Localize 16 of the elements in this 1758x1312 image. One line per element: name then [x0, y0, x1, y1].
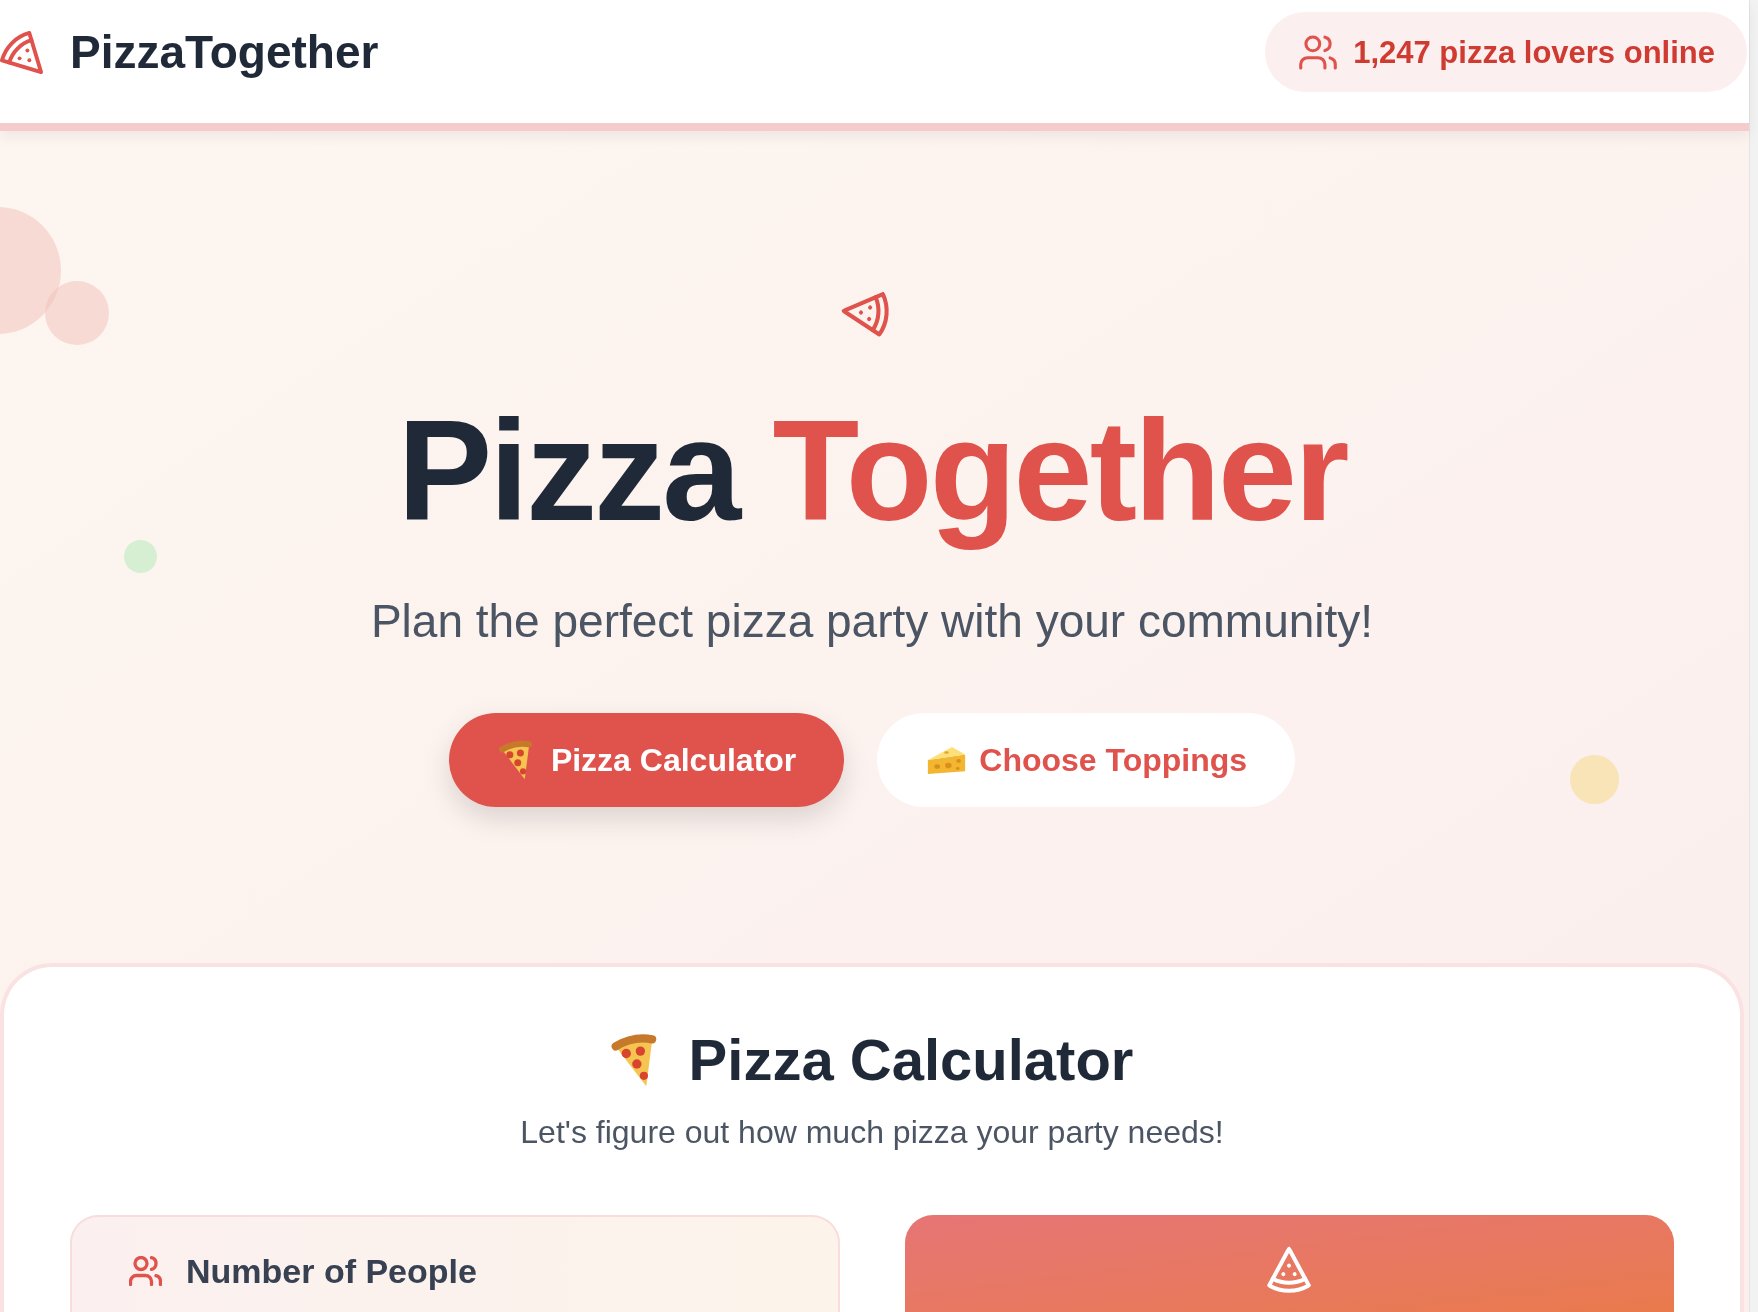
- cheese-icon: [926, 744, 968, 777]
- toppings-button[interactable]: Choose Toppings: [877, 713, 1296, 808]
- circle-decoration: [124, 540, 157, 573]
- section-title: Pizza Calculator: [688, 1026, 1134, 1095]
- pizza-slice-icon: [0, 30, 43, 74]
- online-count: 1,247 pizza lovers online: [1353, 36, 1715, 68]
- hero-title: Pizza: [397, 390, 739, 552]
- circle-decoration: [1570, 755, 1619, 804]
- users-icon: [129, 1256, 162, 1287]
- hero-title-highlight: Together: [772, 390, 1347, 552]
- field-label: Number of People: [186, 1251, 477, 1292]
- pizza-slice-icon: [497, 739, 534, 782]
- calculator-button[interactable]: Pizza Calculator: [448, 713, 845, 808]
- users-icon: [1299, 34, 1338, 70]
- hero-subtitle: Plan the perfect pizza party with your community!: [370, 594, 1374, 650]
- section-subtitle: Let's figure out how much pizza your party needs!: [520, 1113, 1224, 1153]
